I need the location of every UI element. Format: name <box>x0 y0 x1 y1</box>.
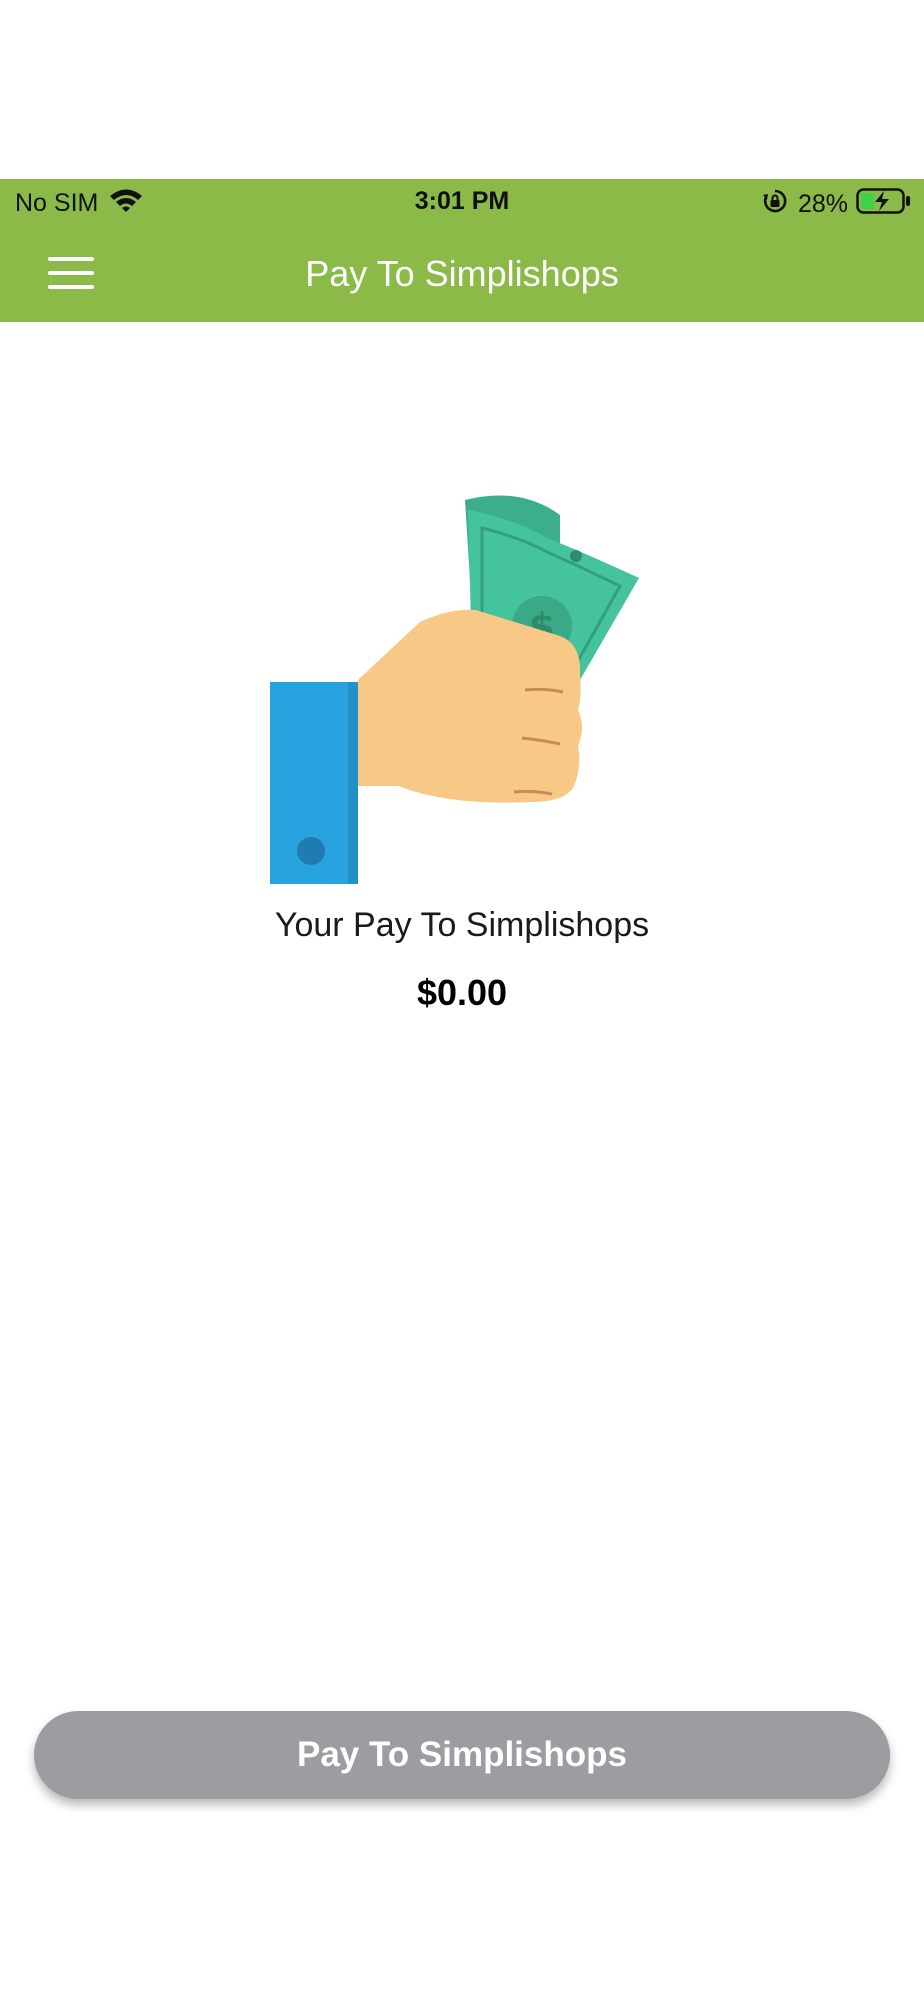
orientation-lock-icon <box>762 188 788 221</box>
pay-amount: $0.00 <box>416 972 508 1013</box>
page-title: Pay To Simplishops <box>305 253 619 294</box>
hand-holding-money-icon: $ <box>260 490 660 890</box>
status-right: 28% <box>762 187 912 222</box>
battery-charging-icon <box>856 187 912 222</box>
battery-percent: 28% <box>797 190 848 218</box>
header-bar: Pay To Simplishops <box>0 229 924 322</box>
pay-label: Your Pay To Simplishops <box>274 906 650 944</box>
status-bar: No SIM 3:01 PM 28% <box>0 179 924 229</box>
pay-to-simplishops-button[interactable]: Pay To Simplishops <box>34 1711 890 1799</box>
pay-screen: No SIM 3:01 PM 28% Pay To Simplishops $ … <box>0 0 924 2000</box>
top-blank-area <box>0 0 924 179</box>
